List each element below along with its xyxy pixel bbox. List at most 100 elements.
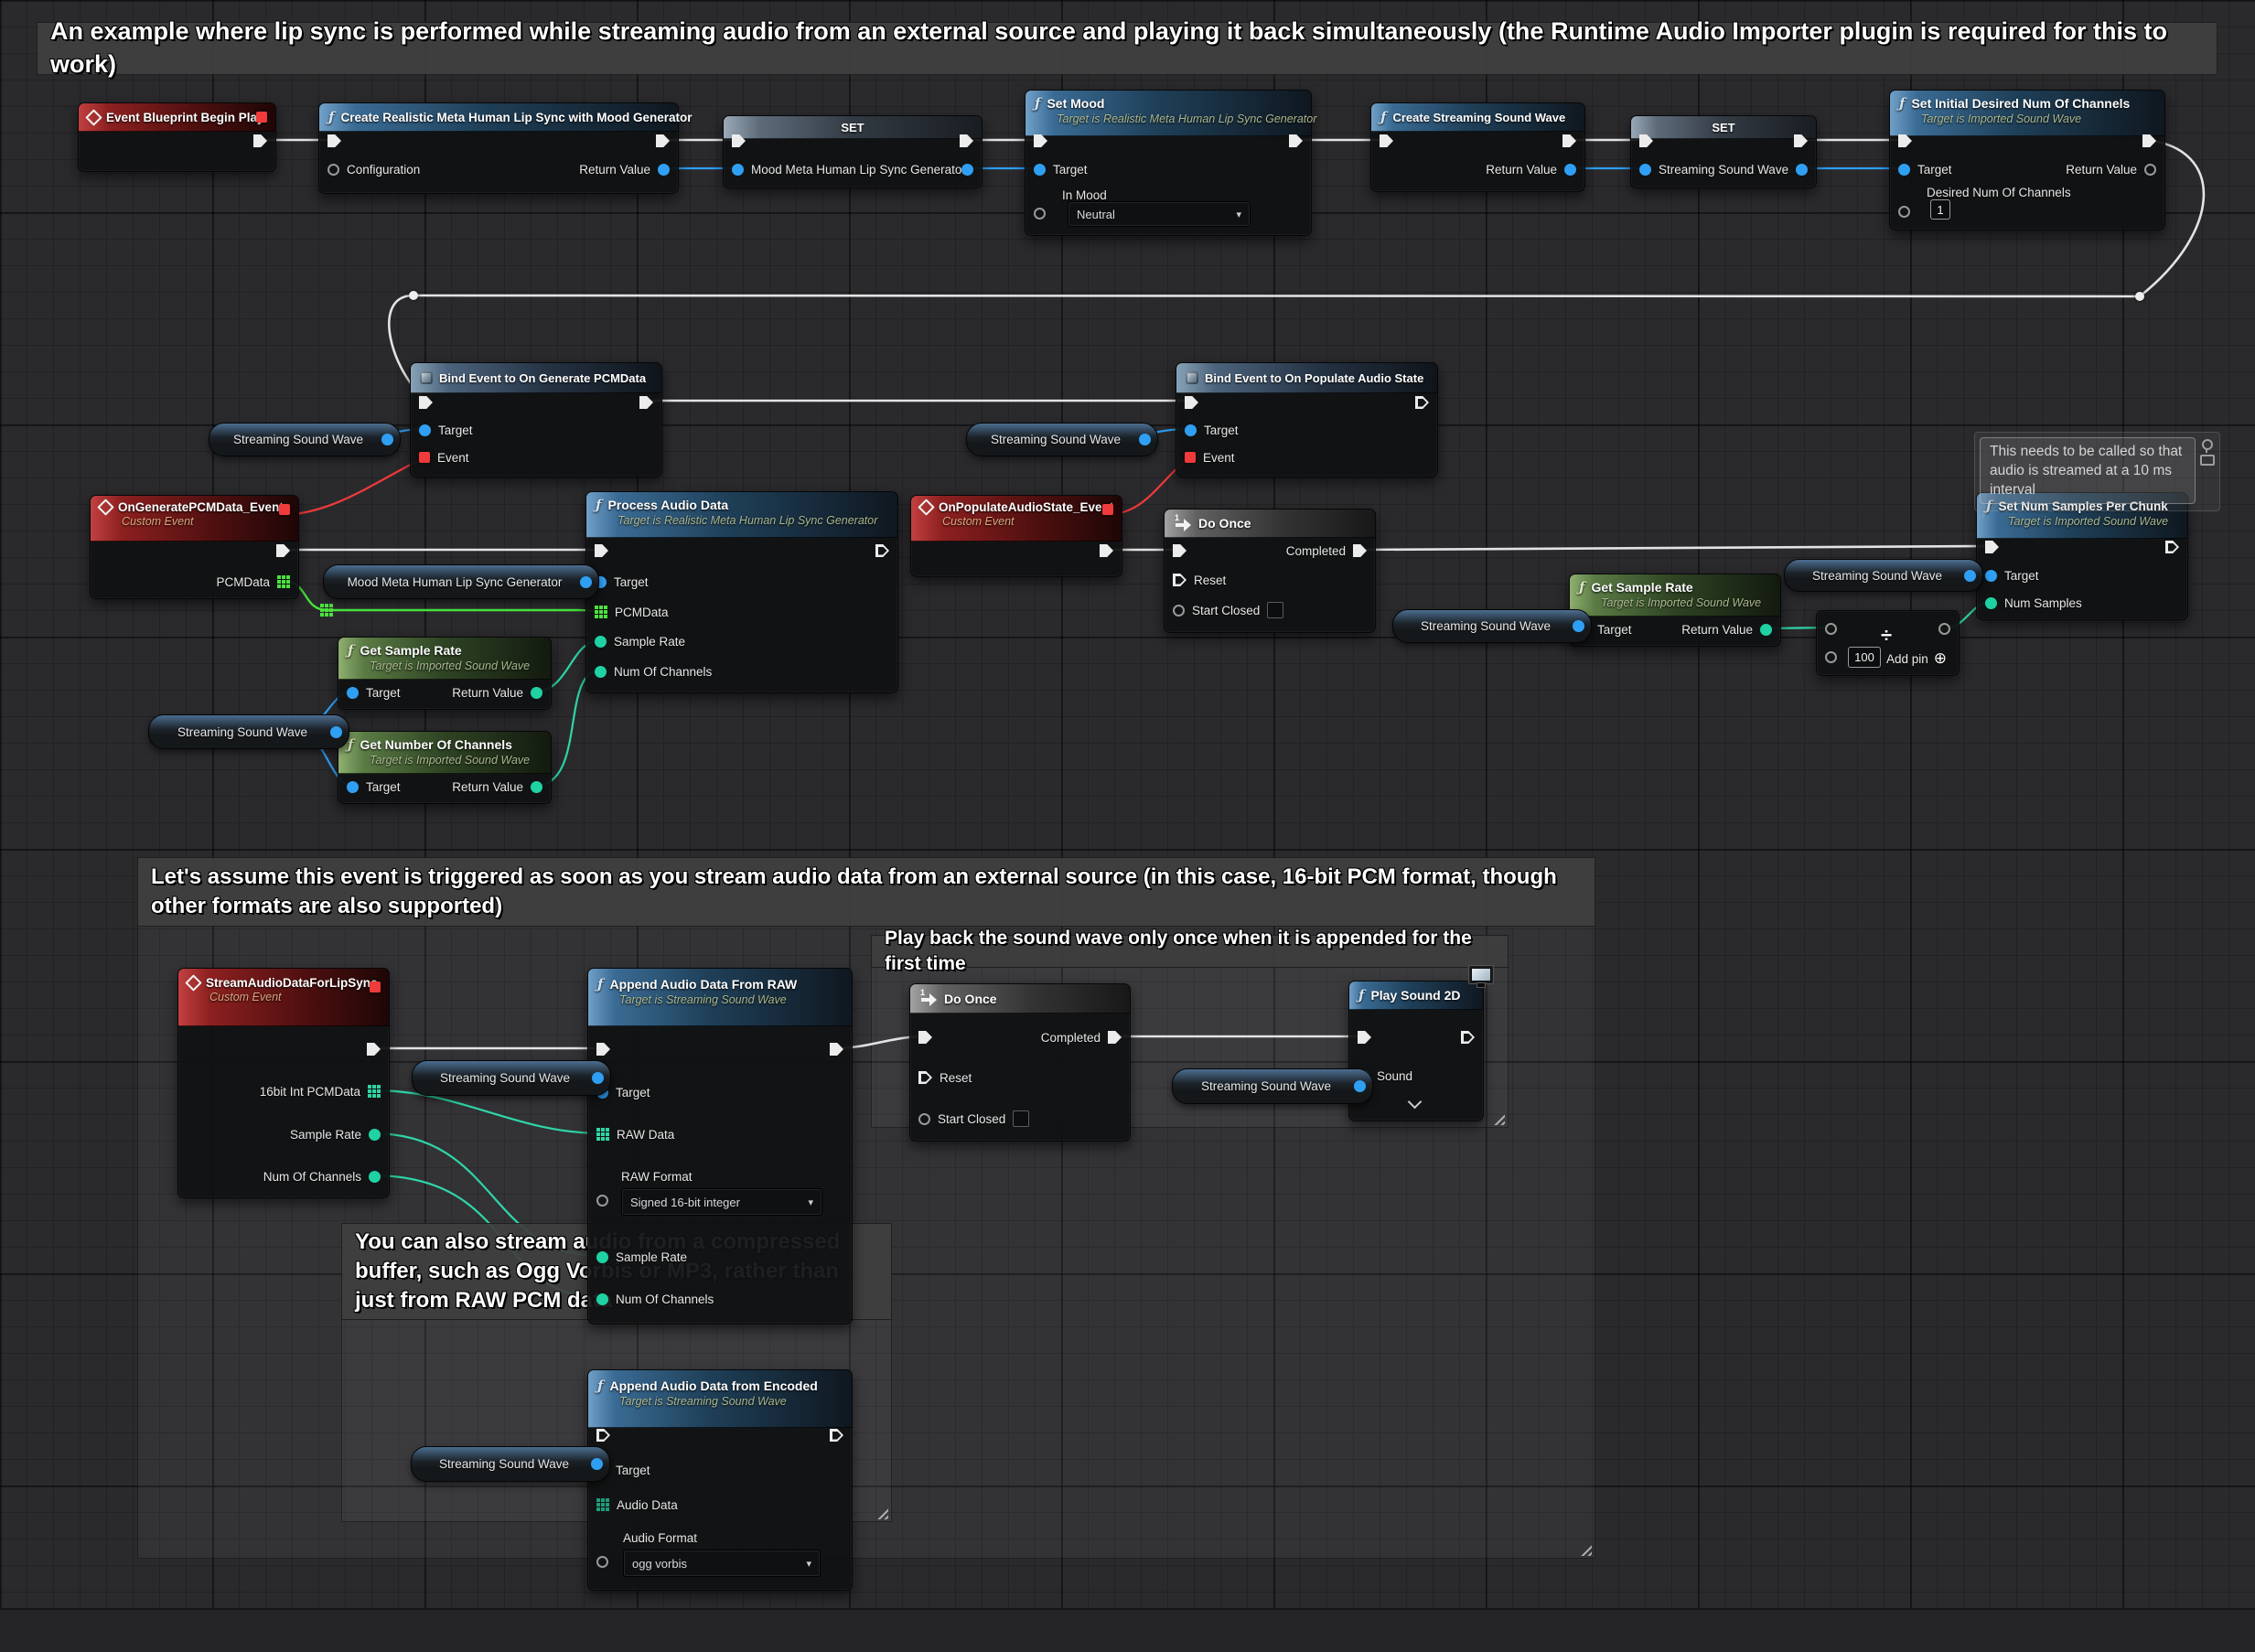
exec-out-pin[interactable] — [276, 544, 290, 557]
exec-out-pin[interactable] — [1100, 544, 1113, 557]
exec-in-pin[interactable] — [1185, 396, 1198, 409]
var-out-pin[interactable] — [330, 726, 342, 738]
sample-rate-pin[interactable] — [595, 636, 607, 648]
var-pill-streaming-sound-wave[interactable]: Streaming Sound Wave — [1784, 559, 1983, 592]
desired-num-input[interactable]: 1 — [1930, 199, 1950, 220]
exec-in-pin[interactable] — [1639, 134, 1653, 147]
exec-out-pin[interactable] — [367, 1043, 381, 1056]
sample-rate-pin[interactable] — [596, 1251, 608, 1263]
exec-out-pin[interactable] — [875, 544, 889, 557]
exec-out-pin[interactable] — [960, 134, 973, 147]
add-pin-button[interactable]: Add pin⊕ — [1886, 649, 1947, 668]
node-get-number-of-channels[interactable]: ƒ Get Number Of Channels Target is Impor… — [338, 731, 552, 804]
exec-in-pin[interactable] — [595, 544, 608, 557]
return-value-pin[interactable] — [2144, 164, 2156, 176]
target-pin[interactable] — [419, 424, 431, 436]
delegate-pin[interactable] — [1102, 504, 1113, 515]
exec-out-pin[interactable] — [1415, 396, 1429, 409]
divisor-input[interactable]: 100 — [1848, 647, 1881, 668]
comment-banner[interactable]: An example where lip sync is performed w… — [37, 22, 2217, 75]
pcm16-array-pin[interactable] — [368, 1085, 381, 1098]
mood-dropdown[interactable]: Neutral▾ — [1068, 201, 1251, 227]
exec-in-pin[interactable] — [1173, 544, 1187, 557]
node-process-audio-data[interactable]: ƒ Process Audio Data Target is Realistic… — [585, 491, 898, 693]
node-do-once-1[interactable]: Do Once Completed Reset Start Closed — [1164, 509, 1376, 633]
var-out-pin[interactable] — [1573, 620, 1584, 632]
completed-pin[interactable] — [1353, 544, 1367, 557]
node-create-lipsync-generator[interactable]: ƒ Create Realistic Meta Human Lip Sync w… — [318, 102, 679, 194]
target-pin[interactable] — [1185, 424, 1197, 436]
exec-in-pin[interactable] — [732, 134, 746, 147]
exec-out-pin[interactable] — [830, 1043, 843, 1056]
sample-rate-pin[interactable] — [369, 1129, 381, 1141]
num-channels-pin[interactable] — [369, 1171, 381, 1183]
exec-out-pin[interactable] — [639, 396, 653, 409]
pin-comment-icon[interactable] — [2202, 439, 2213, 450]
node-onpopulate-audiostate-event[interactable]: OnPopulateAudioState_Event Custom Event — [910, 495, 1122, 577]
var-out-pin[interactable] — [381, 434, 393, 445]
blueprint-graph[interactable]: An example where lip sync is performed w… — [0, 0, 2255, 1650]
target-pin[interactable] — [1034, 164, 1046, 176]
node-event-begin-play[interactable]: Event Blueprint Begin Play — [78, 102, 276, 172]
start-closed-pin[interactable] — [918, 1113, 930, 1125]
start-closed-checkbox[interactable] — [1267, 602, 1283, 618]
raw-format-pin[interactable] — [596, 1195, 608, 1207]
return-value-pin[interactable] — [658, 164, 670, 176]
in-mood-pin[interactable] — [1034, 208, 1046, 220]
exec-in-pin[interactable] — [419, 396, 433, 409]
node-bind-event-generate-pcmdata[interactable]: Bind Event to On Generate PCMData Target… — [410, 362, 662, 477]
exec-in-pin[interactable] — [1985, 541, 1999, 553]
var-pill-streaming-sound-wave[interactable]: Streaming Sound Wave — [1392, 609, 1592, 643]
raw-data-array-pin[interactable] — [596, 1128, 609, 1141]
start-closed-pin[interactable] — [1173, 605, 1185, 617]
exec-out-pin[interactable] — [656, 134, 670, 147]
bubble-icon[interactable] — [2200, 455, 2215, 466]
node-set-streaming-wave-var[interactable]: SET Streaming Sound Wave — [1630, 115, 1817, 188]
node-set-num-samples-per-chunk[interactable]: ƒ Set Num Samples Per Chunk Target is Im… — [1976, 492, 2188, 620]
exec-in-pin[interactable] — [1034, 134, 1047, 147]
num-channels-pin[interactable] — [596, 1293, 608, 1305]
dividend-pin[interactable] — [1825, 623, 1837, 635]
exec-out-pin[interactable] — [1794, 134, 1808, 147]
node-get-sample-rate-2[interactable]: ƒ Get Sample Rate Target is Imported Sou… — [1569, 574, 1781, 647]
completed-pin[interactable] — [1108, 1031, 1122, 1044]
var-in-pin[interactable] — [732, 164, 744, 176]
target-pin[interactable] — [347, 781, 359, 793]
var-out-pin[interactable] — [1964, 570, 1976, 582]
event-delegate-pin[interactable] — [419, 452, 430, 463]
exec-in-pin[interactable] — [596, 1429, 610, 1442]
exec-out-pin[interactable] — [2142, 134, 2156, 147]
reroute-node[interactable] — [2135, 292, 2144, 301]
var-out-pin[interactable] — [591, 1458, 603, 1470]
node-bind-event-populate-audio-state[interactable]: Bind Event to On Populate Audio State Ta… — [1176, 362, 1438, 477]
node-play-sound-2d[interactable]: ƒ Play Sound 2D Sound — [1348, 981, 1484, 1121]
audio-data-array-pin[interactable] — [596, 1498, 609, 1511]
return-value-pin[interactable] — [1760, 624, 1772, 636]
delegate-pin[interactable] — [370, 982, 381, 992]
reroute-node[interactable] — [409, 291, 418, 300]
exec-out-pin[interactable] — [253, 134, 267, 147]
raw-format-dropdown[interactable]: Signed 16-bit integer▾ — [621, 1188, 822, 1216]
comment-lets-assume[interactable]: Let's assume this event is triggered as … — [137, 857, 1595, 927]
expand-advanced-chevron[interactable] — [1408, 1095, 1423, 1110]
var-out-pin[interactable] — [1354, 1080, 1366, 1092]
reroute-node-array[interactable] — [320, 604, 333, 617]
node-get-sample-rate-1[interactable]: ƒ Get Sample Rate Target is Imported Sou… — [338, 637, 552, 710]
var-pill-streaming-sound-wave[interactable]: Streaming Sound Wave — [1172, 1068, 1373, 1104]
exec-in-pin[interactable] — [1898, 134, 1912, 147]
result-pin[interactable] — [1938, 623, 1950, 635]
num-samples-pin[interactable] — [1985, 597, 1997, 609]
var-out-pin[interactable] — [1796, 164, 1808, 176]
exec-out-pin[interactable] — [1461, 1031, 1475, 1044]
var-out-pin[interactable] — [961, 164, 973, 176]
reset-pin[interactable] — [918, 1071, 932, 1084]
node-append-audio-from-encoded[interactable]: ƒ Append Audio Data from Encoded Target … — [587, 1369, 853, 1591]
var-out-pin[interactable] — [592, 1072, 604, 1084]
node-ongenerate-pcmdata-event[interactable]: OnGeneratePCMData_Event Custom Event PCM… — [90, 495, 299, 599]
pcmdata-array-pin[interactable] — [595, 606, 607, 618]
return-value-pin[interactable] — [531, 781, 542, 793]
node-append-audio-from-raw[interactable]: ƒ Append Audio Data From RAW Target is S… — [587, 968, 853, 1325]
var-pill-streaming-sound-wave[interactable]: Streaming Sound Wave — [966, 423, 1158, 456]
exec-in-pin[interactable] — [918, 1031, 932, 1044]
var-out-pin[interactable] — [1139, 434, 1151, 445]
